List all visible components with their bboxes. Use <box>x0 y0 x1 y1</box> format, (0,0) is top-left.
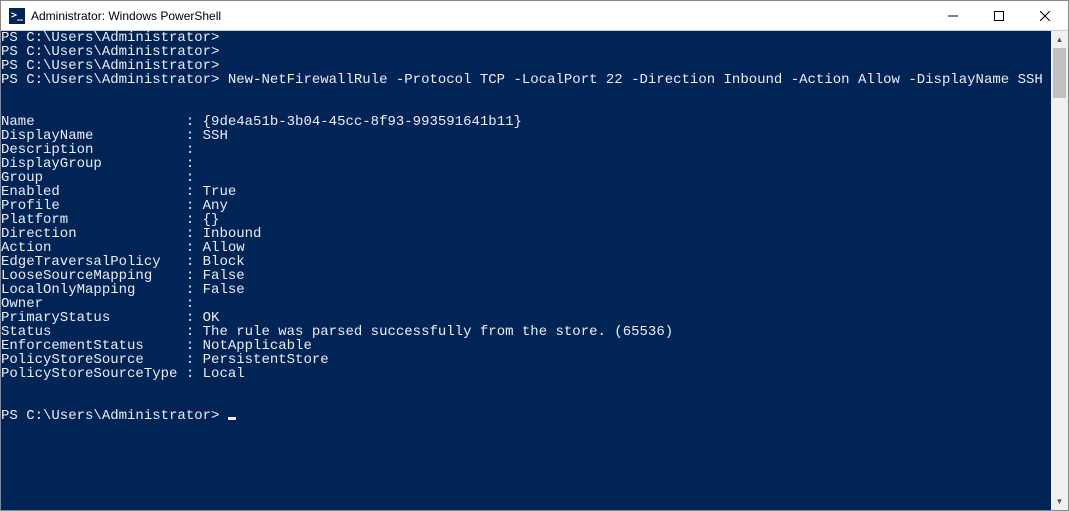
output-value: False <box>203 282 245 298</box>
close-icon <box>1040 11 1050 21</box>
output-key: LocalOnlyMapping <box>1 283 177 297</box>
output-key: Platform <box>1 213 177 227</box>
output-row: Owner : <box>1 297 1051 311</box>
prompt-line: PS C:\Users\Administrator> <box>1 59 1051 73</box>
output-row: PolicyStoreSourceType : Local <box>1 367 1051 381</box>
output-value: SSH <box>203 128 228 144</box>
output-key: Description <box>1 143 177 157</box>
prompt-line-current: PS C:\Users\Administrator> <box>1 409 1051 423</box>
output-row: PrimaryStatus : OK <box>1 311 1051 325</box>
output-value: {9de4a51b-3b04-45cc-8f93-993591641b11} <box>203 114 522 130</box>
kv-separator: : <box>177 325 202 339</box>
kv-separator: : <box>177 283 202 297</box>
kv-separator: : <box>177 241 202 255</box>
window-title: Administrator: Windows PowerShell <box>31 9 221 23</box>
output-row: Description : <box>1 143 1051 157</box>
output-key: PolicyStoreSource <box>1 353 177 367</box>
output-row: DisplayName : SSH <box>1 129 1051 143</box>
output-key: EdgeTraversalPolicy <box>1 255 177 269</box>
scroll-up-arrow-icon[interactable]: ▲ <box>1051 31 1068 48</box>
kv-separator: : <box>177 129 202 143</box>
kv-separator: : <box>177 115 202 129</box>
output-row: Direction : Inbound <box>1 227 1051 241</box>
command-text: New-NetFirewallRule -Protocol TCP -Local… <box>219 72 1042 88</box>
kv-separator: : <box>177 227 202 241</box>
blank-line <box>1 101 1051 115</box>
kv-separator: : <box>177 171 202 185</box>
maximize-button[interactable] <box>976 1 1022 31</box>
output-key: Enabled <box>1 185 177 199</box>
kv-separator: : <box>177 213 202 227</box>
kv-separator: : <box>177 199 202 213</box>
scrollbar-thumb[interactable] <box>1053 48 1066 98</box>
vertical-scrollbar[interactable]: ▲ ▼ <box>1051 31 1068 510</box>
kv-separator: : <box>177 157 202 171</box>
output-key: Owner <box>1 297 177 311</box>
titlebar[interactable]: >_ Administrator: Windows PowerShell <box>1 1 1068 31</box>
kv-separator: : <box>177 143 202 157</box>
output-key: DisplayGroup <box>1 157 177 171</box>
output-key: PolicyStoreSourceType <box>1 367 177 381</box>
close-button[interactable] <box>1022 1 1068 31</box>
prompt-line: PS C:\Users\Administrator> <box>1 31 1051 45</box>
terminal[interactable]: PS C:\Users\Administrator>PS C:\Users\Ad… <box>1 31 1051 510</box>
kv-separator: : <box>177 353 202 367</box>
output-row: EnforcementStatus : NotApplicable <box>1 339 1051 353</box>
output-row: LooseSourceMapping : False <box>1 269 1051 283</box>
output-row: Name : {9de4a51b-3b04-45cc-8f93-99359164… <box>1 115 1051 129</box>
powershell-icon: >_ <box>9 8 25 24</box>
output-row: Group : <box>1 171 1051 185</box>
output-row: DisplayGroup : <box>1 157 1051 171</box>
blank-line <box>1 395 1051 409</box>
output-key: Profile <box>1 199 177 213</box>
prompt-text: PS C:\Users\Administrator> <box>1 72 219 88</box>
minimize-icon <box>948 11 958 21</box>
output-row: PolicyStoreSource : PersistentStore <box>1 353 1051 367</box>
output-key: PrimaryStatus <box>1 311 177 325</box>
cursor <box>228 417 236 420</box>
output-key: LooseSourceMapping <box>1 269 177 283</box>
prompt-line: PS C:\Users\Administrator> <box>1 45 1051 59</box>
output-key: DisplayName <box>1 129 177 143</box>
output-key: Name <box>1 115 177 129</box>
output-row: Status : The rule was parsed successfull… <box>1 325 1051 339</box>
output-value: Local <box>203 366 245 382</box>
output-key: Action <box>1 241 177 255</box>
output-row: EdgeTraversalPolicy : Block <box>1 255 1051 269</box>
output-row: Platform : {} <box>1 213 1051 227</box>
kv-separator: : <box>177 339 202 353</box>
blank-line <box>1 87 1051 101</box>
maximize-icon <box>994 11 1004 21</box>
kv-separator: : <box>177 269 202 283</box>
scroll-down-arrow-icon[interactable]: ▼ <box>1051 493 1068 510</box>
blank-line <box>1 381 1051 395</box>
kv-separator: : <box>177 255 202 269</box>
output-row: Profile : Any <box>1 199 1051 213</box>
output-row: Enabled : True <box>1 185 1051 199</box>
output-key: Direction <box>1 227 177 241</box>
output-key: Group <box>1 171 177 185</box>
output-key: EnforcementStatus <box>1 339 177 353</box>
output-key: Status <box>1 325 177 339</box>
output-row: Action : Allow <box>1 241 1051 255</box>
prompt-text: PS C:\Users\Administrator> <box>1 408 228 424</box>
kv-separator: : <box>177 367 202 381</box>
powershell-window: >_ Administrator: Windows PowerShell PS … <box>0 0 1069 511</box>
prompt-line: PS C:\Users\Administrator> New-NetFirewa… <box>1 73 1051 87</box>
minimize-button[interactable] <box>930 1 976 31</box>
kv-separator: : <box>177 311 202 325</box>
kv-separator: : <box>177 297 202 311</box>
kv-separator: : <box>177 185 202 199</box>
content-area: PS C:\Users\Administrator>PS C:\Users\Ad… <box>1 31 1068 510</box>
output-row: LocalOnlyMapping : False <box>1 283 1051 297</box>
